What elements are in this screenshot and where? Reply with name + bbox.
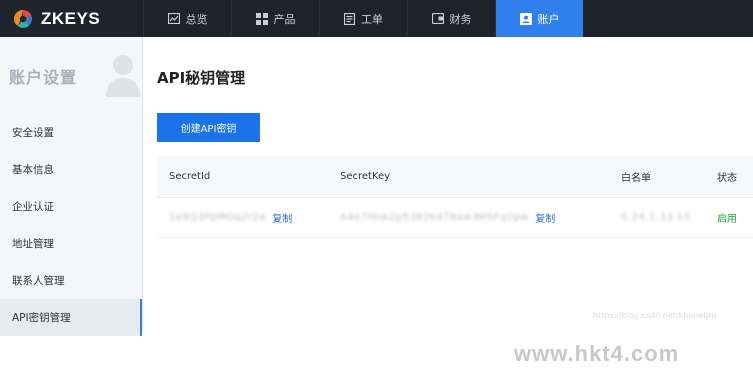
- nav-item-finance[interactable]: 财务: [407, 0, 495, 37]
- status-cell: 启用: [717, 198, 737, 237]
- top-nav-bar: ZKEYS 总览 产品 工单 财务 账户: [0, 0, 753, 37]
- api-key-table: SecretId SecretKey 白名单 状态 1e9Q3fQMGq2r2e…: [157, 156, 753, 238]
- nav-item-label: 工单: [361, 12, 383, 26]
- nav-item-label: 产品: [273, 12, 296, 26]
- sidebar-item-enterprise-verification[interactable]: 企业认证: [0, 188, 142, 225]
- nav-item-label: 财务: [449, 12, 472, 26]
- brand-name: ZKEYS: [41, 8, 101, 28]
- nav-item-overview[interactable]: 总览: [143, 0, 231, 37]
- main-content: API秘钥管理 创建API密钥 SecretId SecretKey 白名单 状…: [143, 37, 753, 370]
- secret-id-value: 1e9Q3fQMGq2r2e: [169, 212, 267, 223]
- sidebar-item-api-key-management[interactable]: API密钥管理: [0, 299, 142, 336]
- zkeys-logo-icon: [12, 8, 34, 30]
- column-header-whitelist: 白名单: [621, 173, 651, 184]
- column-header-secret-id: SecretId: [169, 171, 211, 182]
- sidebar-item-contact-management[interactable]: 联系人管理: [0, 262, 142, 299]
- sidebar-item-basic-info[interactable]: 基本信息: [0, 151, 142, 188]
- column-header-secret-key: SecretKey: [340, 171, 391, 182]
- nav-item-account[interactable]: 账户: [495, 0, 583, 37]
- status-badge: 启用: [717, 214, 737, 225]
- nav-item-label: 账户: [537, 12, 560, 26]
- site-watermark: www.hkt4.com: [514, 341, 680, 366]
- user-avatar-icon: [104, 53, 142, 101]
- wallet-icon: [431, 13, 444, 24]
- nav-item-label: 总览: [185, 12, 208, 26]
- whitelist-value: 0.24.1.33.15: [621, 212, 691, 223]
- secret-key-value: A4e7Hnk2p5382k4T9aw3H5Fq2pw: [340, 212, 530, 223]
- table-row: 1e9Q3fQMGq2r2e 复制 A4e7Hnk2p5382k4T9aw3H5…: [157, 198, 753, 238]
- account-sidebar: 账户设置 安全设置 基本信息 企业认证 地址管理 联系人管理 API密钥管理: [0, 37, 143, 336]
- account-icon: [519, 12, 532, 25]
- create-api-key-button[interactable]: 创建API密钥: [157, 113, 260, 142]
- secret-id-cell: 1e9Q3fQMGq2r2e 复制: [169, 198, 292, 237]
- sidebar-title: 账户设置: [9, 68, 78, 87]
- nav-item-products[interactable]: 产品: [231, 0, 319, 37]
- csdn-watermark: https://blog.csdn.net/khonebro: [593, 311, 717, 320]
- brand-logo[interactable]: ZKEYS: [0, 0, 143, 37]
- column-header-status: 状态: [717, 173, 737, 184]
- whitelist-cell: 0.24.1.33.15: [621, 198, 691, 237]
- copy-secret-key-link[interactable]: 复制: [535, 210, 555, 225]
- ticket-icon: [344, 12, 355, 25]
- secret-key-cell: A4e7Hnk2p5382k4T9aw3H5Fq2pw 复制: [340, 198, 555, 237]
- sidebar-item-address-management[interactable]: 地址管理: [0, 225, 142, 262]
- sidebar-item-security-settings[interactable]: 安全设置: [0, 114, 142, 151]
- grid-icon: [255, 12, 268, 25]
- table-header-row: SecretId SecretKey 白名单 状态: [157, 156, 753, 198]
- dashboard-icon: [167, 13, 180, 24]
- nav-item-tickets[interactable]: 工单: [319, 0, 407, 37]
- copy-secret-id-link[interactable]: 复制: [272, 210, 292, 225]
- sidebar-header: 账户设置: [0, 37, 142, 114]
- page-title: API秘钥管理: [157, 69, 246, 87]
